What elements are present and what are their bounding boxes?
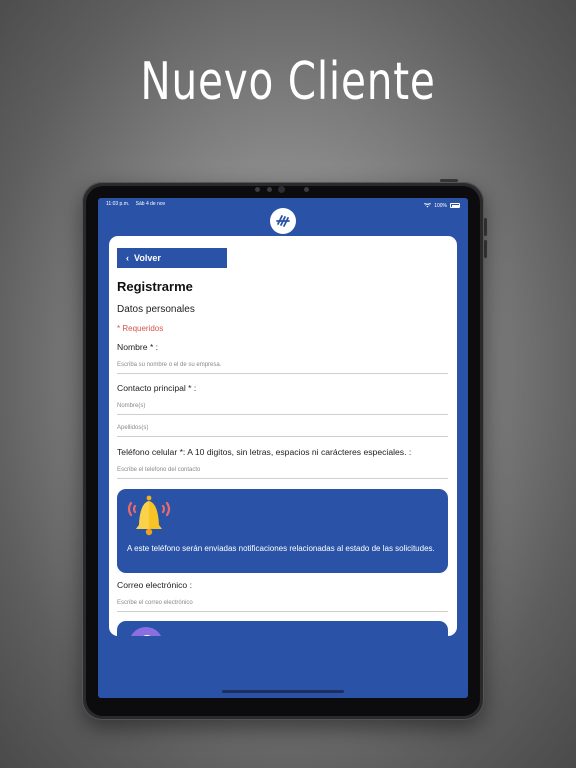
- back-button[interactable]: ‹ Volver: [117, 248, 227, 268]
- app-logo-icon: [270, 208, 296, 234]
- bell-icon: [127, 495, 171, 536]
- phone-label: Teléfono celular *: A 10 digitos, sin le…: [117, 447, 412, 457]
- form-title: Registrarme: [117, 279, 193, 294]
- camera-icon: [278, 186, 285, 193]
- info-badge-icon: [129, 627, 163, 636]
- battery-percent: 100%: [434, 202, 447, 209]
- battery-icon: [450, 203, 460, 208]
- email-input[interactable]: Escribe el correo electrónico: [117, 596, 448, 612]
- name-label: Nombre * :: [117, 342, 159, 352]
- email-label: Correo electrónico :: [117, 580, 192, 590]
- app-screen: 11:03 p.m. Sáb 4 de nov 100% ‹ Volver Re…: [98, 198, 468, 698]
- sensor-dot: [255, 187, 260, 192]
- form-card: ‹ Volver Registrarme Datos personales * …: [109, 236, 457, 636]
- name-input[interactable]: Escriba su nombre o el de su empresa.: [117, 358, 448, 374]
- contact-first-name-input[interactable]: Nombre(s): [117, 399, 448, 415]
- notification-notice: A este teléfono serán enviadas notificac…: [117, 489, 448, 573]
- banner-title: Nuevo Cliente: [140, 52, 436, 112]
- next-notice-box: [117, 621, 448, 636]
- required-note: * Requeridos: [117, 324, 164, 333]
- contact-label: Contacto principal * :: [117, 383, 197, 393]
- phone-input[interactable]: Escribe el telefono del contacto: [117, 463, 448, 479]
- chevron-left-icon: ‹: [126, 253, 129, 263]
- sensor-dot: [267, 187, 272, 192]
- home-indicator[interactable]: [222, 690, 344, 693]
- status-time: 11:03 p.m.: [106, 201, 130, 207]
- status-date: Sáb 4 de nov: [135, 201, 166, 207]
- back-button-label: Volver: [134, 253, 161, 263]
- notice-text: A este teléfono serán enviadas notificac…: [127, 544, 435, 553]
- volume-down-button: [484, 240, 487, 258]
- section-title: Datos personales: [117, 304, 195, 315]
- volume-up-button: [484, 218, 487, 236]
- sensor-dot: [304, 187, 309, 192]
- contact-last-name-input[interactable]: Apellidos(s): [117, 421, 448, 437]
- wifi-icon: [424, 203, 432, 208]
